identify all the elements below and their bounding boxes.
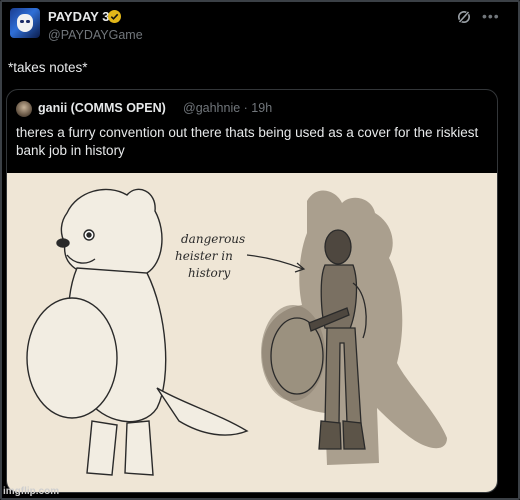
mask-icon (17, 14, 33, 32)
quoted-post-image[interactable]: dangerous heister in history (7, 173, 497, 492)
annotation-line-2: heister in (175, 249, 233, 263)
quoted-handle-time: @gahhnie · 19h (183, 101, 273, 115)
more-options-icon[interactable]: ••• (482, 8, 500, 24)
imgflip-watermark: imgflip.com (3, 486, 60, 497)
quoted-post[interactable]: ganii (COMMS OPEN) @gahhnie · 19h theres… (6, 89, 498, 493)
annotation-line-1: dangerous (181, 232, 245, 246)
verified-badge-icon (108, 10, 121, 23)
post-text: *takes notes* (8, 60, 88, 75)
quoted-author-avatar (16, 101, 32, 117)
author-handle[interactable]: @PAYDAYGame (48, 28, 143, 42)
drawing: dangerous heister in history (26, 188, 447, 476)
author-name[interactable]: PAYDAY 3 (48, 9, 109, 24)
author-avatar[interactable] (10, 8, 40, 38)
quoted-post-text: theres a furry convention out there that… (16, 125, 479, 158)
quoted-author-name: ganii (COMMS OPEN) (38, 101, 166, 115)
annotation-arrow (246, 254, 304, 270)
annotation-line-3: history (188, 266, 231, 280)
grok-icon[interactable] (456, 9, 472, 25)
